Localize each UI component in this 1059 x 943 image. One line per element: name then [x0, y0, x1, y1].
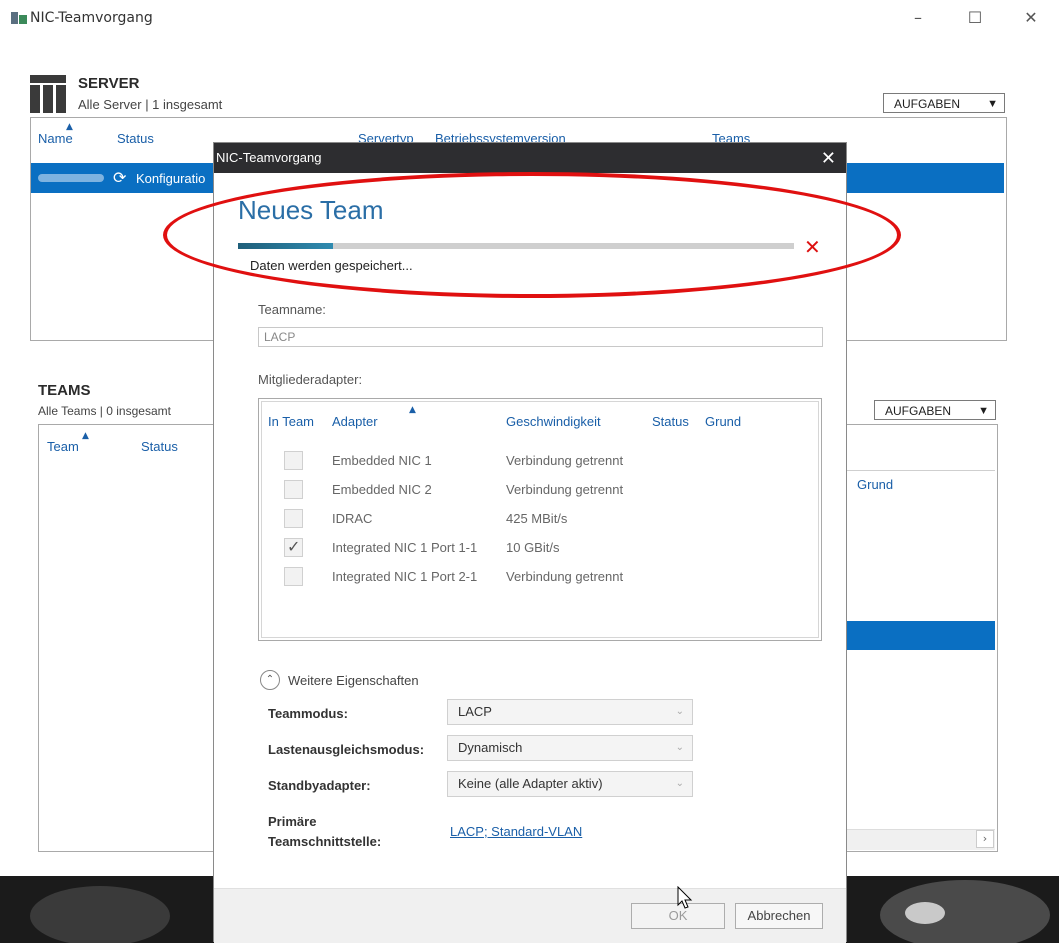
nic-team-app-icon	[11, 12, 27, 24]
primary-interface-label-1: Primäre	[268, 814, 317, 829]
teams-col-grund[interactable]: Grund	[857, 477, 893, 492]
close-icon[interactable]: ✕	[821, 143, 836, 173]
window-title: NIC-Teamvorgang	[30, 10, 153, 26]
member-checkbox[interactable]	[284, 537, 303, 557]
teams-section-title: TEAMS	[38, 382, 91, 399]
server-row-status: Konfiguratio	[136, 171, 206, 186]
dialog-title: NIC-Teamvorgang	[216, 150, 322, 165]
sort-ascending-icon: ▲	[82, 431, 89, 441]
server-section-subtitle: Alle Server | 1 insgesamt	[78, 97, 223, 112]
mouse-cursor-icon	[677, 886, 693, 909]
server-section-title: SERVER	[78, 75, 140, 92]
server-section-icon	[30, 75, 66, 113]
member-adapter-name: Embedded NIC 2	[332, 482, 432, 497]
more-properties-toggle[interactable]: Weitere Eigenschaften	[288, 673, 419, 688]
member-row[interactable]: Embedded NIC 2 Verbindung getrennt	[262, 477, 822, 503]
dialog-footer: OK Abbrechen	[214, 888, 846, 943]
member-row[interactable]: Embedded NIC 1 Verbindung getrennt	[262, 448, 822, 474]
primary-interface-link[interactable]: LACP; Standard-VLAN	[450, 824, 582, 839]
maximize-button[interactable]: ☐	[955, 4, 995, 32]
chevron-down-icon: ▼	[987, 98, 998, 110]
chevron-down-icon: ⌄	[675, 706, 684, 717]
member-row[interactable]: Integrated NIC 1 Port 2-1 Verbindung getr…	[262, 564, 822, 590]
minimize-button[interactable]: –	[898, 4, 938, 32]
teammode-label: Teammodus:	[268, 706, 348, 721]
standby-label: Standbyadapter:	[268, 778, 371, 793]
divider	[847, 470, 995, 471]
teamname-label: Teamname:	[258, 302, 326, 317]
member-col-adapter[interactable]: Adapter	[332, 414, 378, 429]
standby-value: Keine (alle Adapter aktiv)	[458, 776, 603, 791]
standby-select[interactable]: Keine (alle Adapter aktiv) ⌄	[447, 771, 693, 797]
refresh-icon: ⟳	[113, 168, 127, 187]
expand-collapse-icon[interactable]: ⌃	[260, 670, 280, 690]
highlight-ellipse	[163, 172, 901, 298]
teams-section-subtitle: Alle Teams | 0 insgesamt	[38, 404, 171, 418]
member-adapter-name: Integrated NIC 1 Port 2-1	[332, 569, 478, 584]
member-col-inteam[interactable]: In Team	[268, 414, 314, 429]
horizontal-scrollbar[interactable]	[847, 829, 995, 850]
dialog-titlebar: NIC-Teamvorgang ✕	[214, 143, 846, 173]
member-checkbox[interactable]	[284, 480, 303, 499]
teams-tasks-dropdown[interactable]: AUFGABEN ▼	[874, 400, 996, 420]
member-checkbox[interactable]	[284, 567, 303, 586]
member-speed: 425 MBit/s	[506, 511, 568, 526]
chevron-down-icon: ⌄	[675, 742, 684, 753]
member-row[interactable]: Integrated NIC 1 Port 1-1 10 GBit/s	[262, 535, 822, 561]
teams-col-status[interactable]: Status	[141, 439, 178, 454]
member-speed: Verbindung getrennt	[506, 482, 624, 497]
member-adapter-list[interactable]: ▲ In Team Adapter Geschwindigkeit Status…	[258, 398, 822, 641]
member-col-speed[interactable]: Geschwindigkeit	[506, 414, 601, 429]
server-col-status[interactable]: Status	[117, 131, 154, 146]
close-window-button[interactable]: ✕	[1011, 4, 1051, 32]
teams-col-team[interactable]: Team	[47, 439, 79, 454]
member-speed: Verbindung getrennt	[506, 453, 624, 468]
member-speed: Verbindung getrennt	[506, 569, 624, 584]
teamname-input[interactable]	[258, 327, 823, 347]
members-label: Mitgliederadapter:	[258, 372, 363, 387]
member-col-grund[interactable]: Grund	[705, 414, 741, 429]
member-speed: 10 GBit/s	[506, 540, 560, 555]
teams-row-selected[interactable]	[847, 621, 995, 650]
member-checkbox[interactable]	[284, 509, 303, 528]
loadbalancing-label: Lastenausgleichsmodus:	[268, 742, 425, 757]
member-checkbox[interactable]	[284, 451, 303, 470]
teammode-value: LACP	[458, 704, 492, 719]
chevron-down-icon: ▼	[978, 405, 989, 417]
sort-ascending-icon: ▲	[409, 405, 416, 415]
server-tasks-label: AUFGABEN	[894, 97, 961, 111]
teams-tasks-label: AUFGABEN	[885, 404, 952, 418]
member-col-status[interactable]: Status	[652, 414, 689, 429]
loadbalancing-value: Dynamisch	[458, 740, 523, 755]
member-adapter-name: Integrated NIC 1 Port 1-1	[332, 540, 478, 555]
primary-interface-label-2: Teamschnittstelle:	[268, 834, 382, 849]
scroll-right-icon[interactable]: ›	[976, 830, 994, 848]
loadbalancing-select[interactable]: Dynamisch ⌄	[447, 735, 693, 761]
cancel-button[interactable]: Abbrechen	[735, 903, 823, 929]
server-tasks-dropdown[interactable]: AUFGABEN ▼	[883, 93, 1005, 113]
teammode-select[interactable]: LACP ⌄	[447, 699, 693, 725]
member-row[interactable]: IDRAC 425 MBit/s	[262, 506, 822, 532]
server-col-name[interactable]: Name	[38, 131, 73, 146]
member-adapter-name: Embedded NIC 1	[332, 453, 432, 468]
member-adapter-name: IDRAC	[332, 511, 373, 526]
chevron-down-icon: ⌄	[675, 778, 684, 789]
server-name-redacted	[38, 174, 104, 182]
